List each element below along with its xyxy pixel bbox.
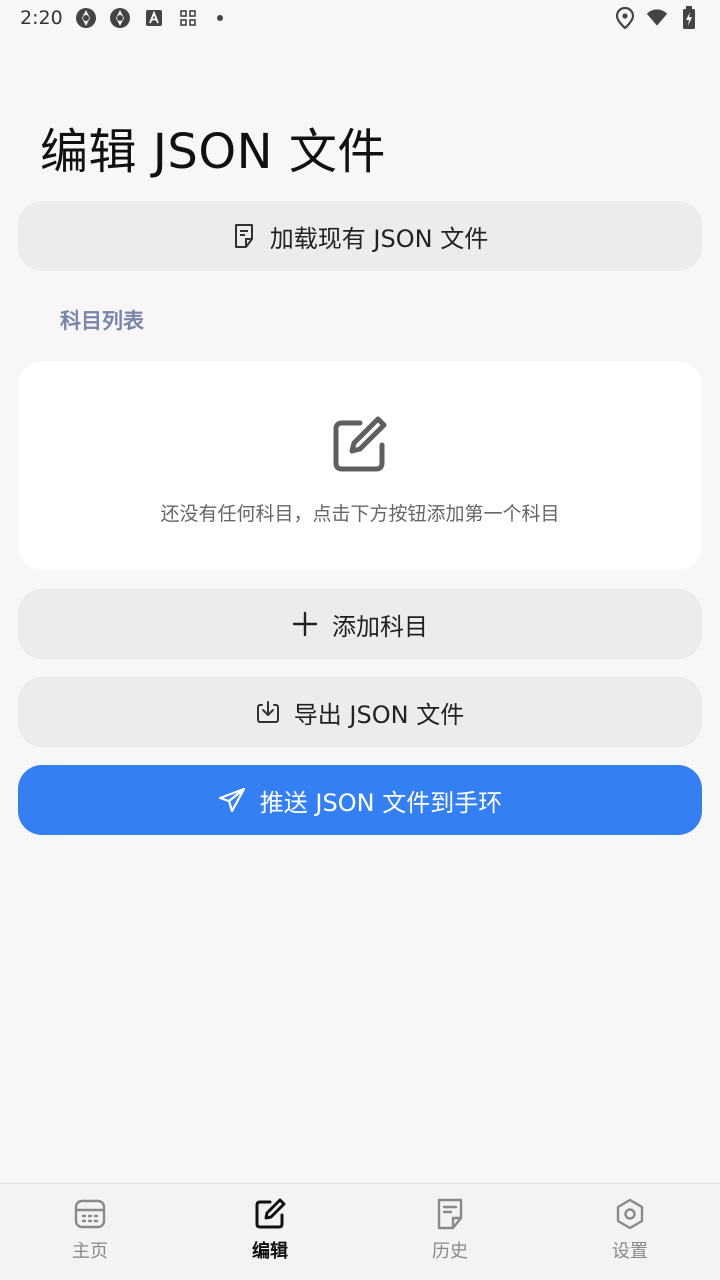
subject-list-empty-state: 还没有任何科目，点击下方按钮添加第一个科目 [18, 361, 702, 570]
nav-label-settings: 设置 [612, 1241, 648, 1262]
empty-state-text: 还没有任何科目，点击下方按钮添加第一个科目 [160, 503, 560, 525]
load-json-button[interactable]: 加载现有 JSON 文件 [18, 201, 702, 271]
font-a-icon [143, 7, 165, 29]
calendar-icon [74, 1198, 106, 1235]
export-json-button[interactable]: 导出 JSON 文件 [18, 677, 702, 747]
aperture-icon [109, 7, 131, 29]
push-json-label: 推送 JSON 文件到手环 [259, 788, 503, 817]
edit-icon [254, 1198, 286, 1235]
aperture-icon [75, 7, 97, 29]
status-bar: 2:20 [0, 0, 720, 36]
document-icon [434, 1198, 466, 1235]
dot-icon [216, 15, 223, 21]
push-json-button[interactable]: 推送 JSON 文件到手环 [18, 765, 702, 835]
add-subject-label: 添加科目 [332, 612, 428, 641]
export-json-label: 导出 JSON 文件 [293, 700, 465, 729]
nav-item-edit[interactable]: 编辑 [180, 1184, 360, 1280]
nav-item-home[interactable]: 主页 [0, 1184, 180, 1280]
wifi-icon [646, 7, 668, 29]
bottom-nav: 主页 编辑 历史 设置 [0, 1183, 720, 1280]
nav-label-edit: 编辑 [252, 1241, 288, 1262]
page-title: 编辑 JSON 文件 [40, 124, 386, 180]
plus-icon [292, 611, 318, 637]
nav-label-history: 历史 [432, 1241, 468, 1262]
download-icon [256, 700, 280, 724]
add-subject-button[interactable]: 添加科目 [18, 589, 702, 659]
load-json-label: 加载现有 JSON 文件 [269, 224, 489, 253]
nav-item-settings[interactable]: 设置 [540, 1184, 720, 1280]
screen: 2:20 编辑 JSON 文件 加载现有 JSON 文件 科目列表 还没有任何科… [0, 0, 720, 1280]
document-icon [232, 223, 256, 249]
section-label-subjects: 科目列表 [60, 309, 144, 333]
grid-icon [177, 7, 199, 29]
location-pin-icon [614, 7, 636, 29]
nav-item-history[interactable]: 历史 [360, 1184, 540, 1280]
battery-charging-icon [678, 6, 700, 29]
send-icon [218, 787, 246, 813]
edit-icon [332, 415, 388, 477]
hexagon-settings-icon [614, 1198, 646, 1235]
status-time: 2:20 [20, 7, 63, 29]
nav-label-home: 主页 [72, 1241, 108, 1262]
